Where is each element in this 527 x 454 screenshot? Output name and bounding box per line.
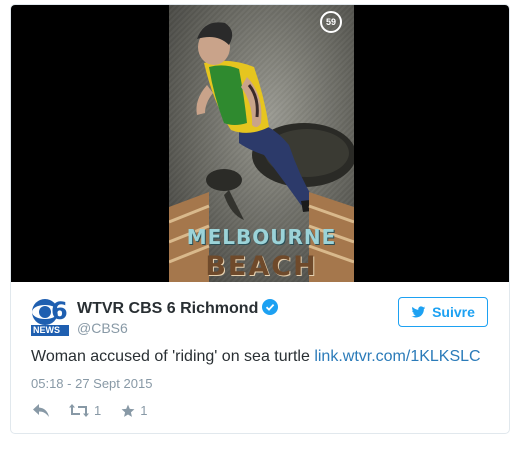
twitter-bird-icon: [411, 305, 426, 317]
verified-badge-icon: [262, 299, 279, 315]
display-name[interactable]: WTVR CBS 6 Richmond: [77, 300, 258, 318]
favorite-action[interactable]: 1: [121, 403, 147, 418]
reply-action[interactable]: [33, 404, 49, 417]
retweet-count: 1: [94, 403, 102, 418]
retweet-icon[interactable]: [69, 404, 89, 417]
snapchat-photo: 59 MELBOURNE BEACH: [169, 5, 354, 282]
tweet-timestamp[interactable]: 05:18 - 27 Sept 2015: [31, 376, 152, 391]
retweet-action[interactable]: 1: [69, 403, 101, 418]
tweet-body: Woman accused of 'riding' on sea turtle: [31, 348, 310, 365]
tweet-card: 59 MELBOURNE BEACH 6 NEWS WTVR CBS 6 Ric…: [10, 4, 510, 434]
snap-counter-badge: 59: [320, 11, 342, 33]
logo-number: 6: [51, 297, 68, 325]
geofilter-line2: BEACH: [205, 251, 318, 282]
favorite-count: 1: [140, 403, 148, 418]
tweet-text: Woman accused of 'riding' on sea turtle …: [31, 348, 481, 366]
logo-badge: NEWS: [33, 325, 60, 335]
follow-button[interactable]: Suivre: [398, 297, 488, 327]
user-handle[interactable]: @CBS6: [77, 320, 307, 336]
star-icon[interactable]: [121, 404, 135, 418]
tweet-media[interactable]: 59 MELBOURNE BEACH: [11, 5, 509, 282]
follow-label: Suivre: [432, 304, 475, 320]
tweet-actions: 1 1: [33, 403, 147, 418]
geofilter-line1: MELBOURNE: [186, 225, 337, 249]
tweet-link[interactable]: link.wtvr.com/1KLKSLC: [314, 348, 480, 365]
author-names: WTVR CBS 6 Richmond @CBS6: [77, 299, 307, 336]
reply-icon[interactable]: [33, 404, 49, 417]
